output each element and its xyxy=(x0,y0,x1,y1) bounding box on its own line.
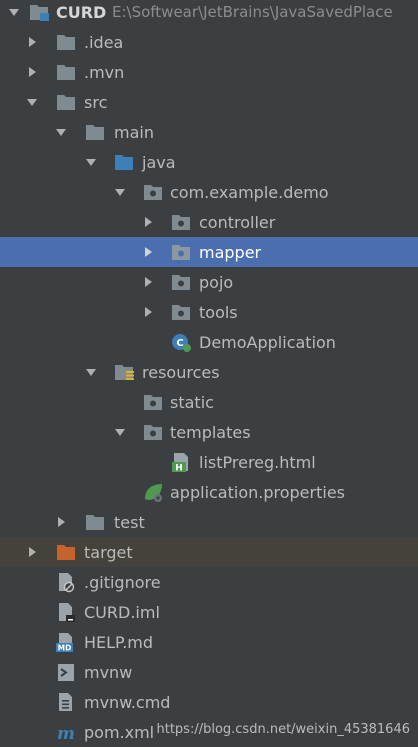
project-path: E:\Softwear\JetBrains\JavaSavedPlace xyxy=(112,3,393,21)
chevron-down-icon[interactable] xyxy=(25,95,39,109)
tree-item-label: HELP.md xyxy=(84,632,154,652)
tree-item-label: .idea xyxy=(84,32,124,52)
tree-item-label: src xyxy=(84,92,108,112)
tree-row-java[interactable]: java xyxy=(0,147,418,177)
chevron-down-icon[interactable] xyxy=(7,5,21,19)
tree-item-label: .mvn xyxy=(84,62,125,82)
tree-row-idea[interactable]: .idea xyxy=(0,27,418,57)
tree-row-mvnw-cmd[interactable]: mvnw.cmd xyxy=(0,687,418,717)
svg-text:C: C xyxy=(176,338,183,349)
tree-row-pojo[interactable]: pojo xyxy=(0,267,418,297)
tree-row-templates[interactable]: templates xyxy=(0,417,418,447)
chevron-right-icon[interactable] xyxy=(141,215,155,229)
package-icon xyxy=(170,271,192,293)
folder-icon xyxy=(84,121,106,143)
project-tree: CURD E:\Softwear\JetBrains\JavaSavedPlac… xyxy=(0,0,418,745)
resources-folder-icon xyxy=(113,361,135,383)
tree-row-src[interactable]: src xyxy=(0,87,418,117)
tree-row-application-properties[interactable]: application.properties xyxy=(0,477,418,507)
folder-icon xyxy=(84,511,106,533)
folder-icon xyxy=(55,61,77,83)
tree-item-label: target xyxy=(84,542,133,562)
tree-item-label: application.properties xyxy=(170,482,345,502)
tree-item-label: mvnw.cmd xyxy=(84,692,171,712)
tree-item-label: resources xyxy=(142,362,220,382)
tree-item-label: DemoApplication xyxy=(199,332,336,352)
chevron-right-icon[interactable] xyxy=(141,275,155,289)
spring-class-icon: C xyxy=(170,331,192,353)
tree-row-curd[interactable]: CURD E:\Softwear\JetBrains\JavaSavedPlac… xyxy=(0,0,418,27)
tree-row-static[interactable]: static xyxy=(0,387,418,417)
watermark: https://blog.csdn.net/weixin_45381646 xyxy=(156,722,410,737)
package-icon xyxy=(170,301,192,323)
tree-row-mvnw[interactable]: mvnw xyxy=(0,657,418,687)
iml-file-icon xyxy=(55,601,77,623)
chevron-right-icon[interactable] xyxy=(54,515,68,529)
svg-text:MD: MD xyxy=(58,644,72,653)
chevron-down-icon[interactable] xyxy=(113,425,127,439)
package-icon xyxy=(142,421,164,443)
tree-item-label: controller xyxy=(199,212,276,232)
tree-row-main[interactable]: main xyxy=(0,117,418,147)
folder-icon xyxy=(55,31,77,53)
script-file-icon xyxy=(55,661,77,683)
tree-row-mapper[interactable]: mapper xyxy=(0,237,418,267)
tree-item-label: mapper xyxy=(199,242,262,262)
project-name: CURD xyxy=(56,2,107,22)
tree-row-tools[interactable]: tools xyxy=(0,297,418,327)
chevron-right-icon[interactable] xyxy=(25,65,39,79)
chevron-down-icon[interactable] xyxy=(54,125,68,139)
chevron-down-icon[interactable] xyxy=(84,365,98,379)
maven-file-icon: m xyxy=(55,721,77,743)
tree-item-label: main xyxy=(114,122,154,142)
source-folder-icon xyxy=(113,151,135,173)
chevron-down-icon[interactable] xyxy=(84,155,98,169)
tree-row-test[interactable]: test xyxy=(0,507,418,537)
tree-item-label: mvnw xyxy=(84,662,133,682)
tree-item-label: listPrereg.html xyxy=(199,452,316,472)
tree-item-label: tools xyxy=(199,302,238,322)
svg-text:m: m xyxy=(57,724,75,743)
tree-item-label: test xyxy=(114,512,145,532)
gitignore-file-icon xyxy=(55,571,77,593)
tree-row-listprereg-html[interactable]: H listPrereg.html xyxy=(0,447,418,477)
tree-item-label: com.example.demo xyxy=(170,182,329,202)
chevron-right-icon[interactable] xyxy=(141,245,155,259)
excluded-folder-icon xyxy=(55,541,77,563)
tree-row-demoapplication[interactable]: C DemoApplication xyxy=(0,327,418,357)
tree-row-resources[interactable]: resources xyxy=(0,357,418,387)
tree-row-gitignore[interactable]: .gitignore xyxy=(0,567,418,597)
tree-row-help-md[interactable]: MD HELP.md xyxy=(0,627,418,657)
tree-item-label: pojo xyxy=(199,272,234,292)
chevron-right-icon[interactable] xyxy=(25,545,39,559)
tree-item-label: CURD.iml xyxy=(84,602,160,622)
chevron-down-icon[interactable] xyxy=(113,185,127,199)
tree-item-label: java xyxy=(142,152,176,172)
module-folder-icon xyxy=(28,1,50,23)
tree-item-label: .gitignore xyxy=(84,572,161,592)
text-file-icon xyxy=(55,691,77,713)
tree-item-label: pom.xml xyxy=(84,722,155,742)
package-icon xyxy=(170,211,192,233)
spring-properties-icon xyxy=(142,481,164,503)
markdown-file-icon: MD xyxy=(55,631,77,653)
html-file-icon: H xyxy=(170,451,192,473)
tree-row-controller[interactable]: controller xyxy=(0,207,418,237)
chevron-right-icon[interactable] xyxy=(141,305,155,319)
chevron-right-icon[interactable] xyxy=(25,35,39,49)
package-icon xyxy=(142,391,164,413)
tree-row-target[interactable]: target xyxy=(0,537,418,567)
svg-text:H: H xyxy=(175,464,183,474)
tree-row-mvn[interactable]: .mvn xyxy=(0,57,418,87)
tree-item-label: static xyxy=(170,392,214,412)
tree-item-label: templates xyxy=(170,422,251,442)
tree-row-com-example-demo[interactable]: com.example.demo xyxy=(0,177,418,207)
package-icon xyxy=(142,181,164,203)
package-icon xyxy=(170,241,192,263)
folder-icon xyxy=(55,91,77,113)
tree-row-curd-iml[interactable]: CURD.iml xyxy=(0,597,418,627)
